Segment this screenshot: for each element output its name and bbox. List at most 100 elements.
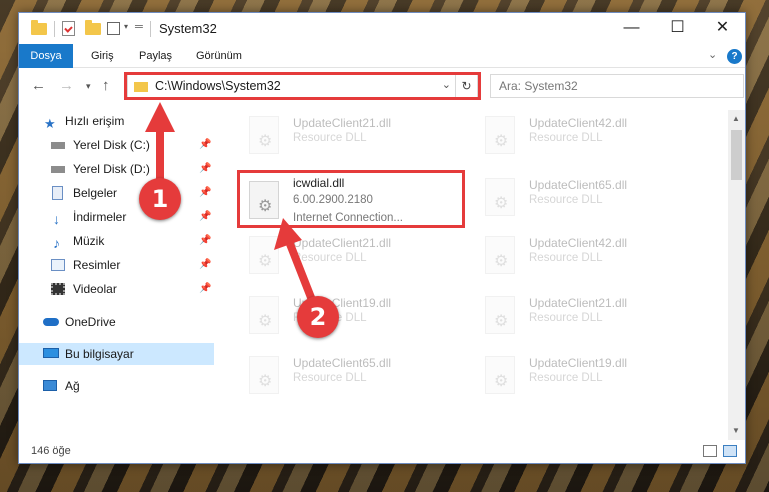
file-item[interactable]: ⚙ UpdateClient65.dll Resource DLL bbox=[243, 352, 473, 402]
sidebar-item-label: Müzik bbox=[73, 234, 105, 248]
sidebar-item-this-pc[interactable]: Bu bilgisayar bbox=[19, 343, 214, 365]
sidebar-item-label: Bu bilgisayar bbox=[65, 347, 134, 361]
address-highlight-box bbox=[124, 72, 481, 100]
music-icon: ♪ bbox=[53, 235, 60, 251]
file-item[interactable]: ⚙ UpdateClient19.dll Resource DLL bbox=[243, 292, 473, 342]
scrollbar-thumb[interactable] bbox=[731, 130, 742, 180]
customize-toolbar-icon[interactable]: ═ bbox=[135, 21, 151, 39]
tab-view[interactable]: Görünüm bbox=[186, 44, 252, 68]
sidebar-item-network[interactable]: Ağ bbox=[19, 375, 214, 397]
close-button[interactable]: ✕ bbox=[700, 13, 745, 44]
pictures-icon bbox=[51, 259, 65, 271]
download-icon: ↓ bbox=[53, 211, 60, 227]
step-2-marker: 2 bbox=[297, 296, 339, 338]
sidebar-item-onedrive[interactable]: OneDrive bbox=[19, 311, 214, 333]
sidebar-item-label: Hızlı erişim bbox=[65, 114, 125, 128]
chevron-down-icon[interactable]: ⌄ bbox=[708, 48, 717, 61]
file-type: Resource DLL bbox=[529, 132, 603, 144]
view-details-icon[interactable] bbox=[107, 22, 120, 35]
window-title: System32 bbox=[159, 21, 217, 36]
file-item[interactable]: ⚙ UpdateClient19.dll Resource DLL bbox=[479, 352, 709, 402]
pin-icon[interactable]: 📌 bbox=[199, 134, 211, 156]
dll-file-icon: ⚙ bbox=[249, 356, 279, 394]
scroll-up-arrow[interactable]: ▲ bbox=[732, 114, 740, 123]
sidebar-item-label: Yerel Disk (D:) bbox=[73, 162, 150, 176]
file-name: UpdateClient21.dll bbox=[293, 236, 392, 250]
tab-file[interactable]: Dosya bbox=[19, 44, 73, 68]
step-1-marker: 1 bbox=[139, 178, 181, 220]
sidebar-item-pictures[interactable]: Resimler 📌 bbox=[19, 254, 214, 276]
folder-icon bbox=[31, 20, 47, 38]
sidebar-item-label: Videolar bbox=[73, 282, 117, 296]
file-type: Resource DLL bbox=[529, 372, 603, 384]
file-name: UpdateClient21.dll bbox=[293, 116, 392, 130]
sidebar-item-label: İndirmeler bbox=[73, 210, 127, 224]
item-count: 146 öğe bbox=[31, 445, 71, 457]
sidebar-item-label: OneDrive bbox=[65, 315, 116, 329]
dll-file-icon: ⚙ bbox=[485, 296, 515, 334]
file-explorer-window: ▾ ═ System32 — ☐ ✕ Dosya Giriş Paylaş Gö… bbox=[18, 12, 746, 464]
drive-icon bbox=[51, 142, 65, 149]
vertical-scrollbar[interactable]: ▲ ▼ bbox=[728, 110, 745, 440]
details-view-icon[interactable] bbox=[703, 445, 717, 457]
drive-icon bbox=[51, 166, 65, 173]
new-folder-icon[interactable] bbox=[85, 20, 101, 38]
ribbon-tabs: Dosya Giriş Paylaş Görünüm ⌄ ? bbox=[19, 44, 745, 68]
file-item[interactable]: ⚙ UpdateClient42.dll Resource DLL bbox=[479, 232, 709, 282]
search-input[interactable]: Ara: System32 bbox=[490, 74, 744, 98]
forward-button[interactable]: → bbox=[59, 77, 74, 94]
dll-file-icon: ⚙ bbox=[485, 178, 515, 216]
sidebar-item-quick-access[interactable]: ★ Hızlı erişim bbox=[19, 110, 214, 132]
help-icon[interactable]: ? bbox=[727, 49, 742, 64]
maximize-button[interactable]: ☐ bbox=[655, 13, 700, 44]
sidebar-item-documents[interactable]: Belgeler 📌 bbox=[19, 182, 214, 204]
scroll-down-arrow[interactable]: ▼ bbox=[732, 426, 740, 435]
star-icon: ★ bbox=[44, 116, 56, 131]
file-list: ⚙ UpdateClient21.dll Resource DLL ⚙ Upda… bbox=[217, 110, 729, 420]
dll-file-icon: ⚙ bbox=[249, 236, 279, 274]
dll-file-icon: ⚙ bbox=[485, 116, 515, 154]
pin-icon[interactable]: 📌 bbox=[199, 158, 211, 180]
title-bar: ▾ ═ System32 — ☐ ✕ bbox=[19, 13, 745, 44]
tab-home[interactable]: Giriş bbox=[81, 44, 124, 68]
recent-locations-button[interactable]: ▾ bbox=[86, 81, 91, 92]
file-name: UpdateClient21.dll bbox=[529, 296, 628, 310]
file-item[interactable]: ⚙ UpdateClient21.dll Resource DLL bbox=[243, 232, 473, 282]
sidebar-item-label: Belgeler bbox=[73, 186, 118, 200]
sidebar-item-videos[interactable]: Videolar 📌 bbox=[19, 278, 214, 300]
minimize-button[interactable]: — bbox=[609, 13, 654, 44]
file-item[interactable]: ⚙ UpdateClient21.dll Resource DLL bbox=[479, 292, 709, 342]
properties-icon[interactable] bbox=[62, 21, 75, 36]
sidebar-item-disk-d[interactable]: Yerel Disk (D:) 📌 bbox=[19, 158, 214, 180]
pin-icon[interactable]: 📌 bbox=[199, 254, 211, 276]
divider bbox=[150, 21, 151, 37]
file-type: Resource DLL bbox=[293, 132, 367, 144]
file-item[interactable]: ⚙ UpdateClient42.dll Resource DLL bbox=[479, 112, 709, 162]
file-name: UpdateClient19.dll bbox=[529, 356, 628, 370]
file-type: Resource DLL bbox=[529, 312, 603, 324]
pin-icon[interactable]: 📌 bbox=[199, 182, 211, 204]
file-type: Resource DLL bbox=[529, 194, 603, 206]
file-name: UpdateClient42.dll bbox=[529, 236, 628, 250]
pin-icon[interactable]: 📌 bbox=[199, 206, 211, 228]
file-item[interactable]: ⚙ UpdateClient65.dll Resource DLL bbox=[479, 174, 709, 224]
videos-icon bbox=[51, 283, 65, 295]
file-item[interactable]: ⚙ UpdateClient21.dll Resource DLL bbox=[243, 112, 473, 162]
file-type: Resource DLL bbox=[293, 372, 367, 384]
pin-icon[interactable]: 📌 bbox=[199, 230, 211, 252]
sidebar-item-music[interactable]: ♪ Müzik 📌 bbox=[19, 230, 214, 252]
sidebar-item-label: Resimler bbox=[73, 258, 121, 272]
back-button[interactable]: ← bbox=[31, 77, 46, 94]
large-icons-view-icon[interactable] bbox=[723, 445, 737, 457]
dll-file-icon: ⚙ bbox=[249, 296, 279, 334]
sidebar-item-disk-c[interactable]: Yerel Disk (C:) 📌 bbox=[19, 134, 214, 156]
file-name: UpdateClient65.dll bbox=[529, 178, 628, 192]
pin-icon[interactable]: 📌 bbox=[199, 278, 211, 300]
up-button[interactable]: ↑ bbox=[102, 77, 110, 94]
sidebar-item-downloads[interactable]: ↓ İndirmeler 📌 bbox=[19, 206, 214, 228]
computer-icon bbox=[43, 348, 59, 358]
sidebar-item-label: Ağ bbox=[65, 379, 80, 393]
file-type: Resource DLL bbox=[293, 252, 367, 264]
tab-share[interactable]: Paylaş bbox=[129, 44, 182, 68]
navigation-pane: ★ Hızlı erişim Yerel Disk (C:) 📌 Yerel D… bbox=[19, 110, 214, 420]
